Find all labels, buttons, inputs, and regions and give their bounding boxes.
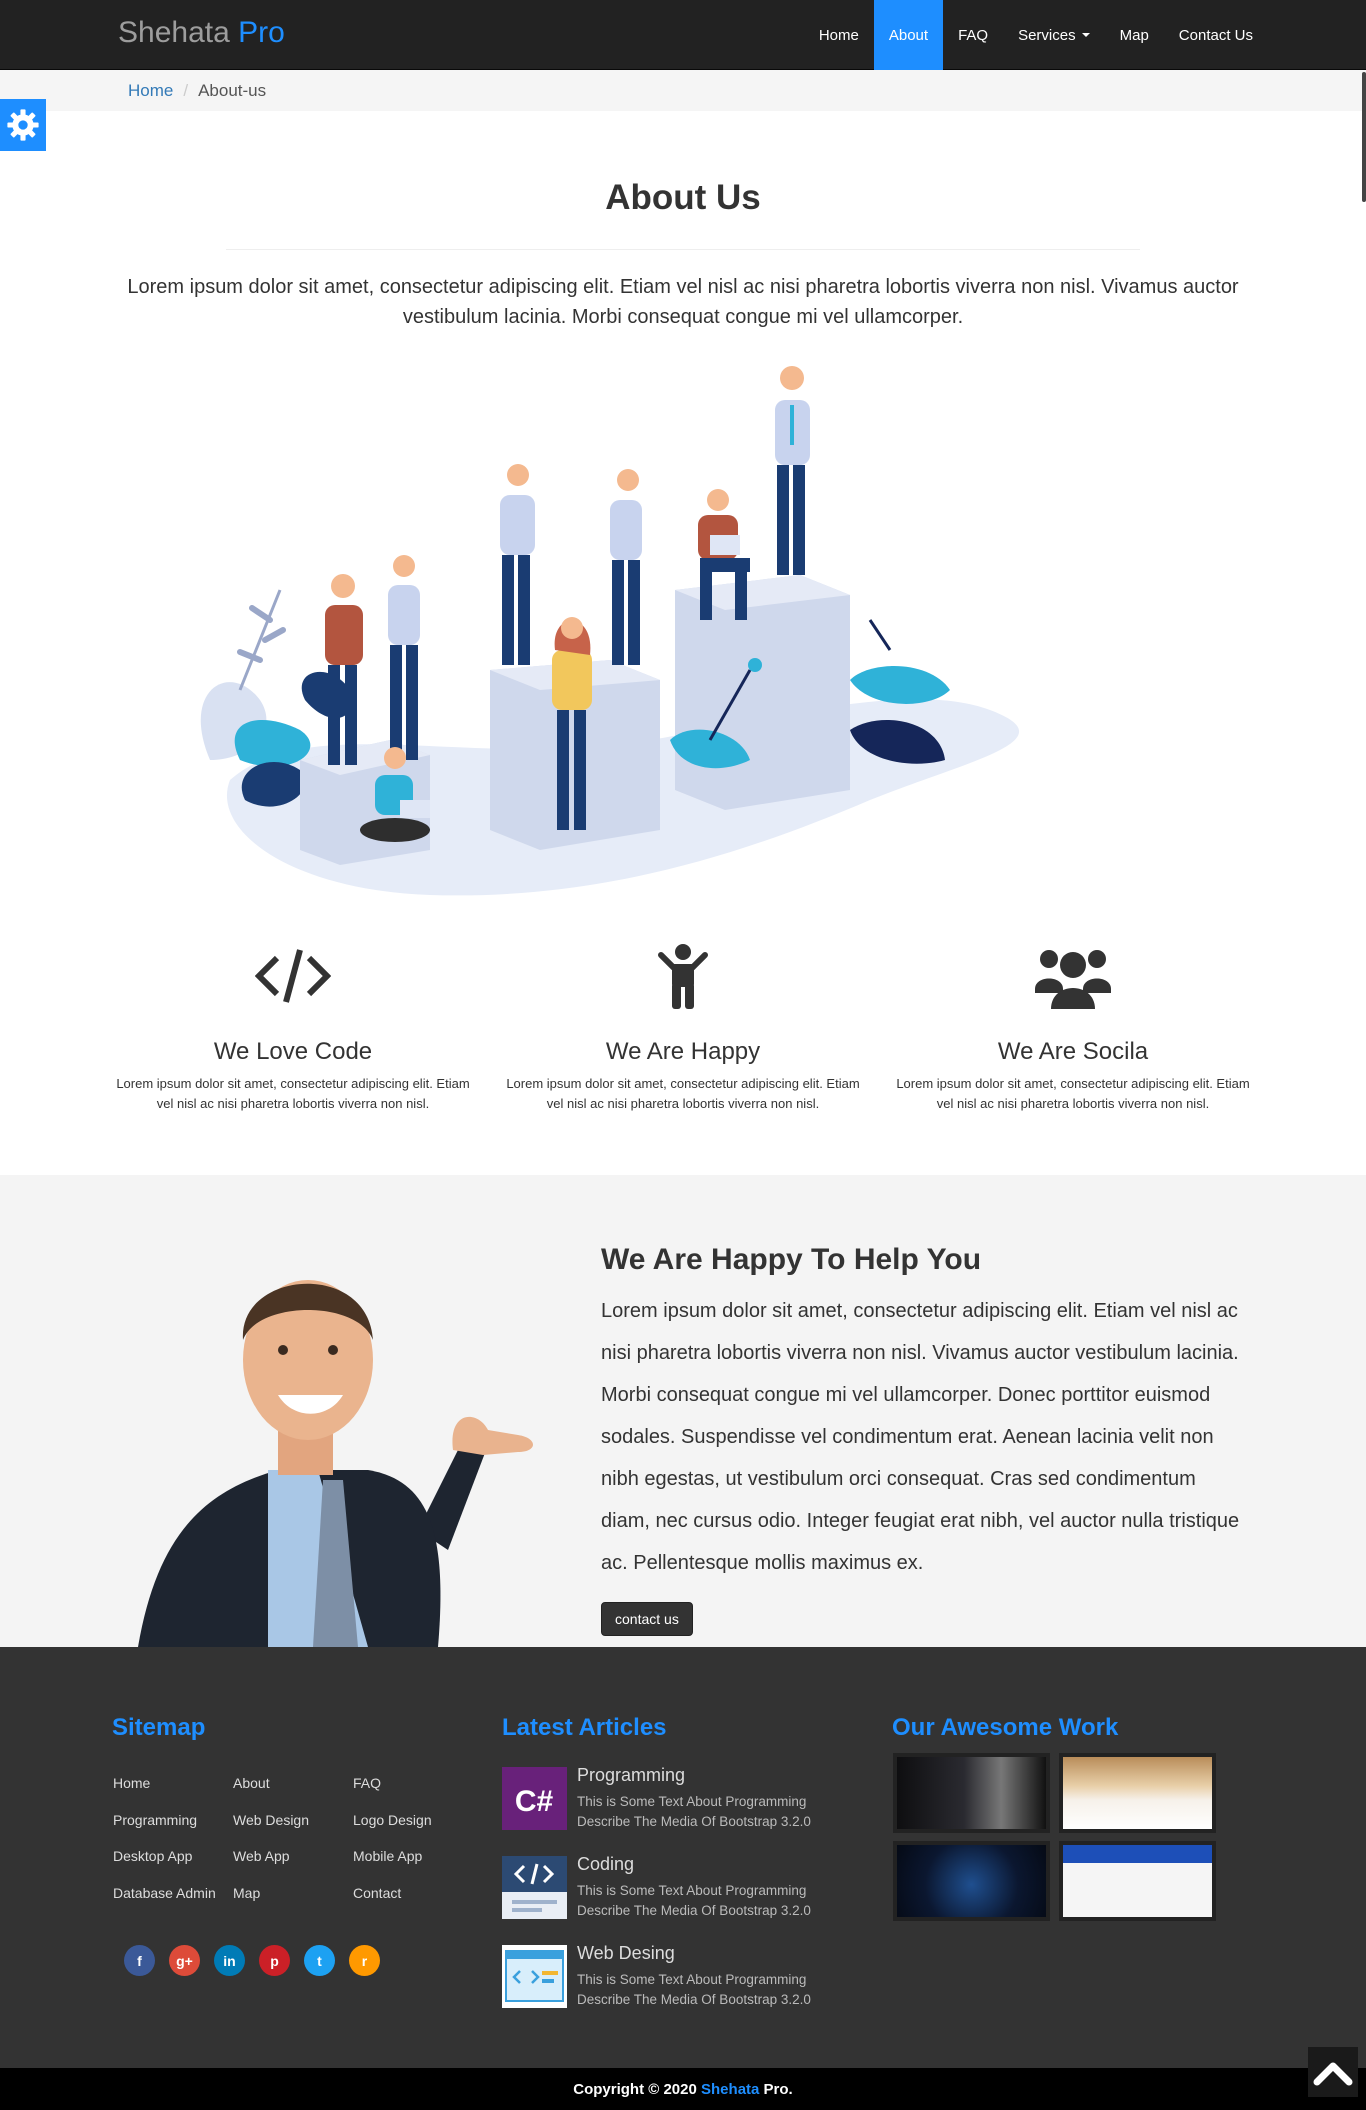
article-title: Coding (577, 1854, 635, 1874)
work-thumb-1[interactable] (893, 1753, 1050, 1833)
csharp-thumb: C# (502, 1767, 567, 1830)
sitemap-link-home[interactable]: Home (113, 1775, 150, 1791)
article-title: Web Desing (577, 1943, 675, 1963)
main-nav: Home About FAQ Services Map Contact Us (804, 0, 1268, 70)
breadcrumb-separator: / (183, 81, 189, 100)
footer: Sitemap Home About FAQ Programming Web D… (0, 1647, 1366, 2068)
copyright-prefix: Copyright © 2020 (573, 2081, 697, 2098)
team-illustration (200, 366, 1020, 896)
feature-title: We Love Code (213, 1038, 373, 1065)
sitemap-link-web-app[interactable]: Web App (233, 1848, 290, 1864)
copyright-bar: Copyright © 2020 Shehata Pro. (0, 2068, 1366, 2110)
breadcrumb: Home / About-us (0, 70, 1366, 111)
social-links: f g+ in p t r (124, 1945, 380, 1976)
code-icon (255, 949, 331, 1003)
page-title: About Us (605, 178, 761, 217)
work-thumb-4[interactable] (1059, 1841, 1216, 1921)
sitemap-link-web-design[interactable]: Web Design (233, 1812, 309, 1828)
help-title: We Are Happy To Help You (601, 1243, 982, 1276)
chevron-up-icon (1313, 2062, 1353, 2086)
work-thumb-3[interactable] (893, 1841, 1050, 1921)
coding-thumb (502, 1856, 567, 1919)
nav-faq[interactable]: FAQ (943, 0, 1003, 70)
article-desc: This is Some Text About Programming Desc… (577, 1794, 811, 1829)
contact-us-button[interactable]: contact us (601, 1602, 693, 1636)
navbar: Shehata Pro Home About FAQ Services Map … (0, 0, 1366, 70)
breadcrumb-home[interactable]: Home (128, 81, 173, 101)
nav-map-label: Map (1119, 26, 1149, 44)
article-item[interactable]: C# Programming This is Some Text About P… (502, 1765, 862, 1831)
linkedin-icon[interactable]: in (214, 1945, 245, 1976)
twitter-icon[interactable]: t (304, 1945, 335, 1976)
our-work-title: Our Awesome Work (892, 1714, 1119, 1741)
scroll-to-top-button[interactable] (1308, 2047, 1358, 2097)
feature-text: Lorem ipsum dolor sit amet, consectetur … (506, 1076, 860, 1111)
sitemap-link-contact[interactable]: Contact (353, 1885, 401, 1901)
title-divider (226, 249, 1140, 250)
nav-contact[interactable]: Contact Us (1164, 0, 1268, 70)
nav-services-label: Services (1018, 26, 1076, 44)
nav-home-label: Home (818, 26, 859, 44)
users-icon (1035, 950, 1111, 1009)
article-item[interactable]: Web Desing This is Some Text About Progr… (502, 1943, 862, 2009)
sitemap-link-programming[interactable]: Programming (113, 1812, 197, 1828)
webdesign-thumb (502, 1945, 567, 2008)
copyright-brand[interactable]: Shehata (701, 2081, 759, 2098)
sitemap-link-logo-design[interactable]: Logo Design (353, 1812, 432, 1828)
feature-social: We Are Socila Lorem ipsum dolor sit amet… (893, 935, 1253, 1114)
article-title: Programming (577, 1765, 686, 1785)
caret-down-icon (1081, 33, 1090, 37)
nav-contact-label: Contact Us (1178, 26, 1253, 44)
sitemap-link-faq[interactable]: FAQ (353, 1775, 381, 1791)
sitemap-link-mobile-app[interactable]: Mobile App (353, 1848, 422, 1864)
rss-icon[interactable]: r (349, 1945, 380, 1976)
nav-about[interactable]: About (873, 0, 944, 70)
sitemap-link-database-admin[interactable]: Database Admin (113, 1885, 216, 1901)
feature-title: We Are Socila (997, 1038, 1149, 1065)
brand-logo[interactable]: Shehata Pro (118, 16, 285, 50)
latest-articles-title: Latest Articles (502, 1714, 667, 1741)
facebook-icon[interactable]: f (124, 1945, 155, 1976)
brand-accent: Pro (238, 16, 285, 49)
feature-text: Lorem ipsum dolor sit amet, consectetur … (116, 1076, 470, 1111)
feature-happy: We Are Happy Lorem ipsum dolor sit amet,… (503, 935, 863, 1114)
feature-text: Lorem ipsum dolor sit amet, consectetur … (896, 1076, 1250, 1111)
sitemap-link-desktop-app[interactable]: Desktop App (113, 1848, 192, 1864)
article-desc: This is Some Text About Programming Desc… (577, 1883, 811, 1918)
work-thumb-2[interactable] (1059, 1753, 1216, 1833)
about-intro-text: Lorem ipsum dolor sit amet, consectetur … (127, 276, 1239, 328)
google-plus-icon[interactable]: g+ (169, 1945, 200, 1976)
breadcrumb-current: About-us (198, 81, 267, 100)
nav-home[interactable]: Home (804, 0, 874, 70)
sitemap-link-map[interactable]: Map (233, 1885, 260, 1901)
pinterest-icon[interactable]: p (259, 1945, 290, 1976)
article-item[interactable]: Coding This is Some Text About Programmi… (502, 1854, 862, 1920)
businessman-photo (138, 1280, 533, 1647)
sitemap-link-about[interactable]: About (233, 1775, 270, 1791)
gear-icon (7, 109, 39, 141)
nav-services-dropdown[interactable]: Services (1003, 0, 1105, 70)
settings-toggle-button[interactable] (0, 99, 46, 151)
brand-main: Shehata (118, 16, 230, 49)
sitemap-title: Sitemap (112, 1714, 206, 1741)
child-icon (658, 944, 708, 1009)
help-text: Lorem ipsum dolor sit amet, consectetur … (601, 1300, 1240, 1574)
feature-title: We Are Happy (605, 1038, 761, 1065)
nav-faq-label: FAQ (958, 26, 989, 44)
copyright-suffix: Pro. (763, 2081, 793, 2098)
copyright-text: Copyright © 2020 Shehata Pro. (0, 2081, 1366, 2098)
help-section: We Are Happy To Help You Lorem ipsum dol… (0, 1175, 1366, 1647)
csharp-glyph: C# (515, 1785, 554, 1818)
nav-map[interactable]: Map (1105, 0, 1164, 70)
nav-about-label: About (888, 26, 929, 44)
feature-code: We Love Code Lorem ipsum dolor sit amet,… (113, 935, 473, 1114)
article-desc: This is Some Text About Programming Desc… (577, 1972, 811, 2007)
